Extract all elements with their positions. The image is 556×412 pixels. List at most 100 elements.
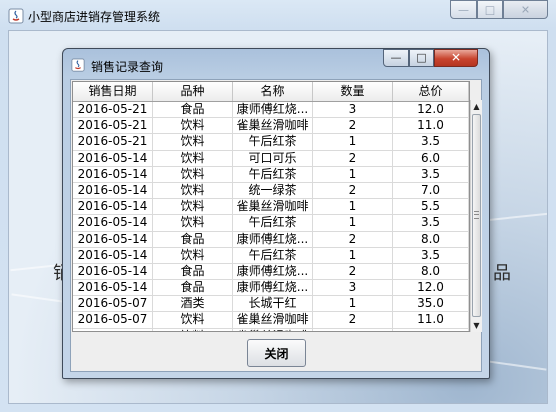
minimize-icon: — xyxy=(458,3,469,16)
total-price-cell: 8.0 xyxy=(393,263,469,280)
date-cell: 2016-05-21 xyxy=(73,134,153,150)
category-cell: 饮料 xyxy=(153,134,233,150)
table-row[interactable]: 2016-05-14 食品 康师傅红烧... 2 8.0 xyxy=(73,231,469,248)
sales-table[interactable]: 销售日期 品种 名称 数量 总价 2016-05-21 食品 康师傅红烧... 3 12… xyxy=(72,81,470,332)
table-row[interactable]: 2016-05-14 饮料 午后红茶 1 3.5 xyxy=(73,247,469,264)
quantity-cell: 2 xyxy=(313,231,393,247)
table-row[interactable]: 2016-05-14 饮料 午后红茶 1 3.5 xyxy=(73,215,469,232)
main-maximize-button[interactable]: □ xyxy=(477,0,503,19)
column-header-date[interactable]: 销售日期 xyxy=(73,82,153,101)
scroll-up-arrow-icon[interactable]: ▲ xyxy=(471,100,482,113)
background-text-right: 品 xyxy=(493,263,511,284)
category-cell: 饮料 xyxy=(153,215,233,231)
total-price-cell: 5.5 xyxy=(393,199,469,215)
table-row[interactable]: 2016-05-14 饮料 午后红茶 1 3.5 xyxy=(73,166,469,183)
table-row[interactable]: 2016-05-21 饮料 雀巢丝滑咖啡 2 11.0 xyxy=(73,118,469,135)
quantity-cell: 3 xyxy=(313,102,393,118)
date-cell: 2016-05-14 xyxy=(73,199,153,215)
date-cell: 2016-05-14 xyxy=(73,280,153,296)
category-cell: 酒类 xyxy=(153,296,233,312)
column-header-quantity[interactable]: 数量 xyxy=(313,82,393,101)
dialog-minimize-button[interactable]: — xyxy=(383,49,409,67)
minimize-icon: — xyxy=(390,51,402,65)
category-cell: 饮料 xyxy=(153,328,233,331)
category-cell: 饮料 xyxy=(153,166,233,182)
total-price-cell: 11.0 xyxy=(393,118,469,134)
category-cell: 食品 xyxy=(153,102,233,118)
table-row[interactable]: 2016-05-04饮料雀巢丝滑咖啡15.5 xyxy=(73,328,469,331)
quantity-cell: 1 xyxy=(313,247,393,263)
sales-record-dialog: 销售记录查询 — □ ✕ 销售日期 品种 名称 数量 总价 2016-05-21… xyxy=(62,48,490,379)
quantity-cell: 1 xyxy=(313,134,393,150)
table-row[interactable]: 2016-05-14 食品 康师傅红烧... 3 12.0 xyxy=(73,280,469,297)
column-header-name[interactable]: 名称 xyxy=(233,82,313,101)
main-minimize-button[interactable]: — xyxy=(450,0,477,19)
category-cell: 饮料 xyxy=(153,150,233,166)
quantity-cell: 3 xyxy=(313,280,393,296)
name-cell: 午后红茶 xyxy=(233,215,313,231)
dialog-maximize-button[interactable]: □ xyxy=(409,49,434,67)
total-price-cell: 3.5 xyxy=(393,134,469,150)
scrollbar-thumb[interactable] xyxy=(472,114,481,317)
quantity-cell: 1 xyxy=(313,199,393,215)
table-row[interactable]: 2016-05-14 饮料 可口可乐 2 6.0 xyxy=(73,150,469,167)
name-cell: 长城干红 xyxy=(233,296,313,312)
total-price-cell: 12.0 xyxy=(393,102,469,118)
total-price-cell: 5.5 xyxy=(393,328,469,331)
table-body: 2016-05-21 食品 康师傅红烧... 3 12.0 2016-05-21 饮料 雀巢丝… xyxy=(73,102,469,331)
date-cell: 2016-05-14 xyxy=(73,215,153,231)
table-row[interactable]: 2016-05-14 饮料 统一绿茶 2 7.0 xyxy=(73,182,469,200)
name-cell: 午后红茶 xyxy=(233,166,313,182)
quantity-cell: 2 xyxy=(313,182,393,199)
category-cell: 饮料 xyxy=(153,182,233,199)
name-cell: 雀巢丝滑咖啡 xyxy=(233,199,313,215)
date-cell: 2016-05-04 xyxy=(73,328,153,331)
category-cell: 食品 xyxy=(153,280,233,296)
java-app-icon xyxy=(71,58,85,72)
name-cell: 雀巢丝滑咖啡 xyxy=(233,118,313,134)
scroll-down-arrow-icon[interactable]: ▼ xyxy=(471,319,482,332)
quantity-cell: 2 xyxy=(313,312,393,328)
maximize-icon: □ xyxy=(484,3,496,16)
name-cell: 康师傅红烧... xyxy=(233,263,313,280)
name-cell: 午后红茶 xyxy=(233,247,313,263)
maximize-icon: □ xyxy=(416,51,427,65)
close-icon: ✕ xyxy=(450,50,462,65)
table-row[interactable]: 2016-05-21 饮料 午后红茶 1 3.5 xyxy=(73,134,469,151)
column-header-category[interactable]: 品种 xyxy=(153,82,233,101)
quantity-cell: 1 xyxy=(313,328,393,331)
date-cell: 2016-05-14 xyxy=(73,263,153,280)
table-header: 销售日期 品种 名称 数量 总价 xyxy=(73,82,469,102)
total-price-cell: 3.5 xyxy=(393,215,469,231)
table-row[interactable]: 2016-05-07 酒类 长城干红 1 35.0 xyxy=(73,296,469,313)
table-row[interactable]: 2016-05-14 食品 康师傅红烧... 2 8.0 xyxy=(73,263,469,281)
table-vertical-scrollbar[interactable]: ▲ ▼ xyxy=(470,100,482,332)
table-row[interactable]: 2016-05-21 食品 康师傅红烧... 3 12.0 xyxy=(73,102,469,119)
category-cell: 食品 xyxy=(153,263,233,280)
main-window-titlebar[interactable]: 小型商店进销存管理系统 — □ ✕ xyxy=(0,0,556,30)
name-cell: 康师傅红烧... xyxy=(233,102,313,118)
total-price-cell: 11.0 xyxy=(393,312,469,328)
main-close-button[interactable]: ✕ xyxy=(503,0,548,19)
java-app-icon xyxy=(8,8,24,24)
category-cell: 饮料 xyxy=(153,247,233,263)
close-button[interactable]: 关闭 xyxy=(247,339,306,367)
column-header-total-price[interactable]: 总价 xyxy=(393,82,469,101)
total-price-cell: 8.0 xyxy=(393,231,469,247)
name-cell: 雀巢丝滑咖啡 xyxy=(233,312,313,328)
dialog-close-x-button[interactable]: ✕ xyxy=(434,49,478,67)
date-cell: 2016-05-07 xyxy=(73,296,153,312)
date-cell: 2016-05-21 xyxy=(73,102,153,118)
category-cell: 食品 xyxy=(153,231,233,247)
date-cell: 2016-05-07 xyxy=(73,312,153,328)
total-price-cell: 3.5 xyxy=(393,247,469,263)
quantity-cell: 2 xyxy=(313,263,393,280)
category-cell: 饮料 xyxy=(153,312,233,328)
dialog-content: 销售日期 品种 名称 数量 总价 2016-05-21 食品 康师傅红烧... 3 12… xyxy=(70,79,482,372)
quantity-cell: 2 xyxy=(313,150,393,166)
quantity-cell: 1 xyxy=(313,296,393,312)
quantity-cell: 1 xyxy=(313,215,393,231)
table-row[interactable]: 2016-05-07 饮料 雀巢丝滑咖啡 2 11.0 xyxy=(73,312,469,329)
date-cell: 2016-05-14 xyxy=(73,231,153,247)
table-row[interactable]: 2016-05-14 饮料 雀巢丝滑咖啡 1 5.5 xyxy=(73,199,469,216)
